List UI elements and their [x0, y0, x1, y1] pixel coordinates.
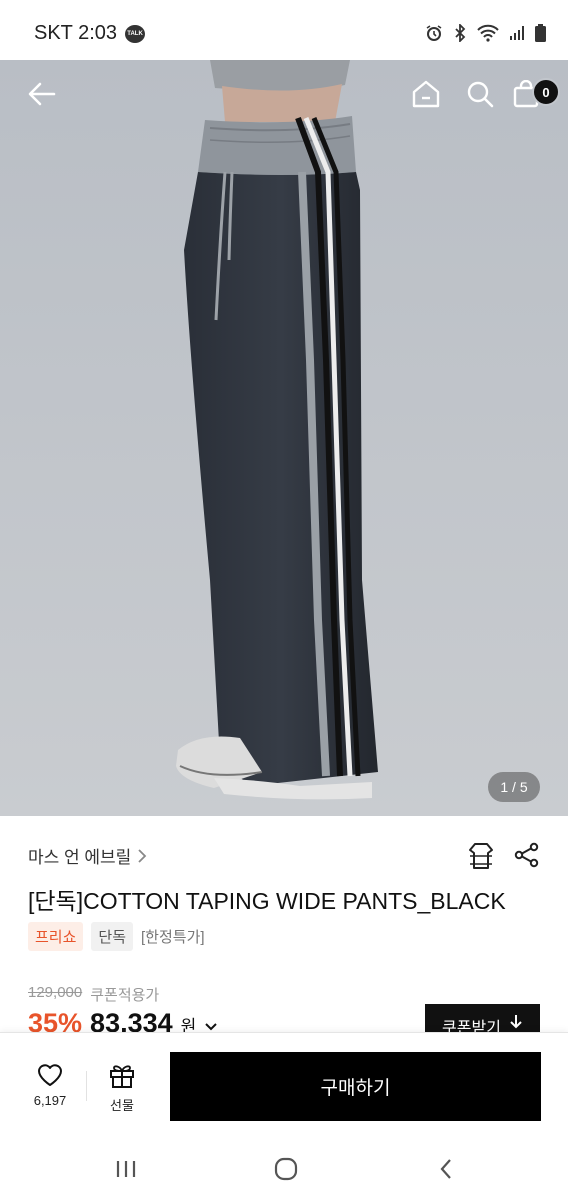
tag-free-show: 프리쇼	[28, 922, 84, 951]
currency-label: 원	[180, 1017, 197, 1032]
kakaotalk-icon: TALK	[125, 24, 146, 43]
search-button[interactable]	[460, 74, 500, 114]
price-row[interactable]: 35% 83,334 원	[28, 1008, 218, 1032]
info-actions	[468, 842, 540, 875]
buy-button[interactable]: 구매하기	[170, 1052, 541, 1121]
chevron-down-icon	[205, 1023, 217, 1031]
action-divider	[86, 1071, 87, 1101]
shirt-icon	[469, 843, 493, 869]
status-left: SKT 2:03 TALK	[34, 22, 146, 45]
cart-count-badge: 0	[532, 78, 560, 106]
get-coupon-button[interactable]: 쿠폰받기	[425, 1004, 540, 1032]
gift-button[interactable]: 선물	[100, 1063, 144, 1114]
image-pager: 1 / 5	[488, 772, 540, 802]
product-title: [단독]COTTON TAPING WIDE PANTS_BLACK	[28, 888, 506, 914]
share-icon	[514, 842, 539, 868]
back-button[interactable]	[22, 74, 62, 114]
brand-link[interactable]: 마스 언 에브릴	[28, 843, 147, 868]
product-image-carousel[interactable]: 0 1 / 5	[0, 60, 568, 816]
home-button[interactable]	[406, 74, 446, 114]
tag-exclusive: 단독	[91, 922, 134, 951]
discount-rate: 35%	[28, 1008, 83, 1032]
purchase-bar: 6,197 선물 구매하기	[0, 1032, 568, 1136]
sale-price: 83,334	[90, 1008, 173, 1032]
signal-icon	[509, 25, 525, 46]
status-icons	[425, 22, 546, 47]
like-button[interactable]: 6,197	[28, 1063, 72, 1108]
recent-apps-button[interactable]	[106, 1154, 146, 1184]
home-nav-button[interactable]	[266, 1154, 306, 1184]
carrier-time: SKT 2:03	[34, 22, 118, 44]
system-nav-bar	[0, 1136, 568, 1200]
chevron-right-icon	[138, 848, 147, 863]
coupon-button-label: 쿠폰받기	[442, 1020, 501, 1032]
bluetooth-icon	[453, 22, 467, 47]
brand-name: 마스 언 에브릴	[28, 848, 132, 867]
heart-icon	[38, 1064, 62, 1086]
home-circle-icon	[274, 1157, 298, 1181]
gift-label: 선물	[110, 1098, 134, 1113]
original-price-row: 129,000 쿠폰적용가	[28, 984, 159, 1005]
share-button[interactable]	[514, 842, 540, 875]
back-arrow-icon	[28, 82, 56, 106]
back-chevron-icon	[440, 1159, 451, 1179]
search-icon	[467, 81, 494, 108]
tag-limited-deal: [한정특가]	[141, 929, 205, 946]
size-guide-button[interactable]	[468, 842, 494, 875]
original-price: 129,000	[28, 984, 83, 1001]
recent-apps-icon	[116, 1161, 136, 1177]
status-bar: SKT 2:03 TALK	[0, 0, 568, 60]
gift-icon	[110, 1065, 134, 1088]
cart-button[interactable]: 0	[506, 74, 560, 114]
like-count: 6,197	[33, 1093, 67, 1108]
battery-icon	[535, 24, 546, 47]
product-tags: 프리쇼 단독 [한정특가]	[28, 922, 205, 951]
coupon-price-label: 쿠폰적용가	[90, 987, 160, 1004]
back-nav-button[interactable]	[426, 1154, 466, 1184]
product-photo	[0, 60, 568, 816]
alarm-icon	[425, 24, 443, 47]
home-icon	[412, 80, 440, 108]
download-icon	[510, 1015, 522, 1029]
wifi-icon	[477, 24, 499, 47]
